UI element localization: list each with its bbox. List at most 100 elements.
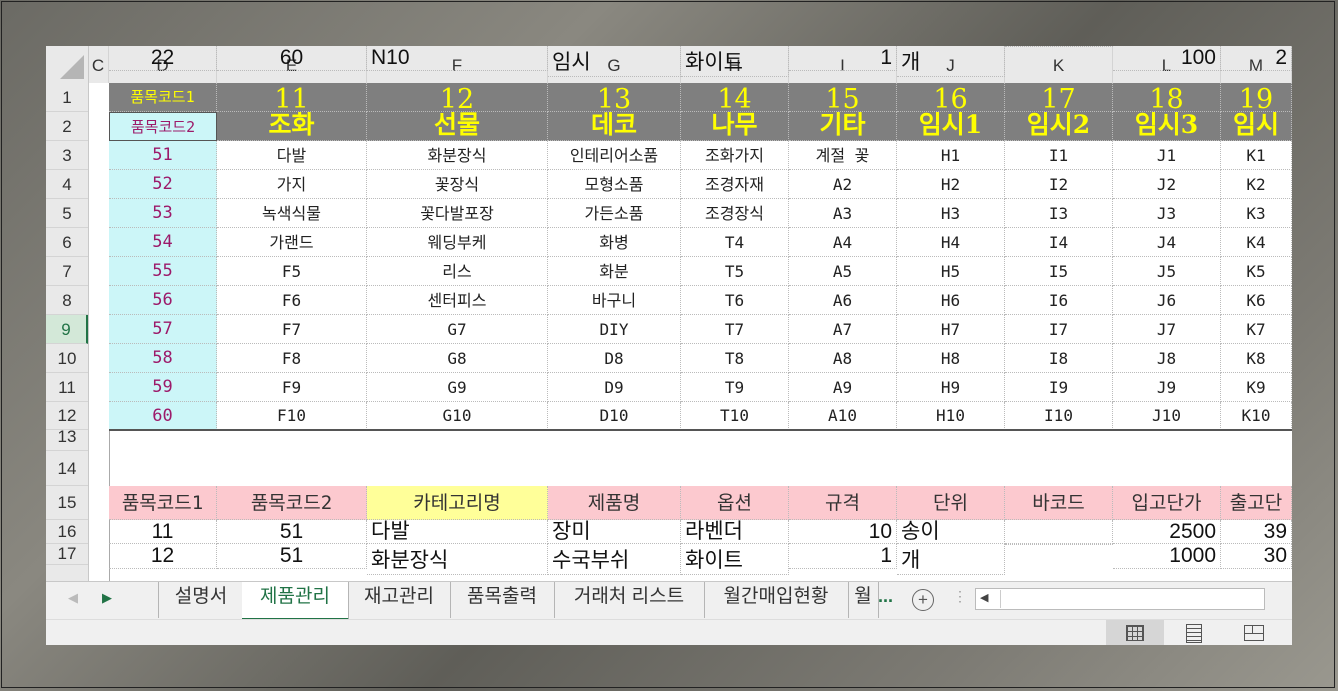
sheet-tab[interactable]: 재고관리 bbox=[348, 582, 451, 618]
table-cell[interactable]: 10 bbox=[789, 520, 897, 544]
cell-category-item[interactable]: K6 bbox=[1221, 286, 1292, 315]
cell-category-item[interactable]: J6 bbox=[1113, 286, 1221, 315]
cell-category-item[interactable]: K2 bbox=[1221, 170, 1292, 199]
cell-item-code2[interactable]: 59 bbox=[109, 373, 217, 402]
page-break-view-button[interactable] bbox=[1226, 620, 1284, 645]
column-header-c[interactable]: C bbox=[88, 46, 109, 83]
cell-category-item[interactable]: 조경장식 bbox=[681, 199, 789, 228]
cell-category-item[interactable]: I1 bbox=[1005, 141, 1113, 170]
sheet-tab[interactable]: 월간매입현황 bbox=[704, 582, 849, 618]
cell-category-item[interactable]: 모형소품 bbox=[548, 170, 681, 199]
cell-category-item[interactable]: F5 bbox=[217, 257, 367, 286]
cell-category-item[interactable]: 화분장식 bbox=[367, 141, 548, 170]
cell-category-item[interactable]: F9 bbox=[217, 373, 367, 402]
row-header-2[interactable]: 2 bbox=[46, 112, 88, 141]
cell-category-item[interactable]: I7 bbox=[1005, 315, 1113, 344]
cell-category-name[interactable]: 데코 bbox=[548, 112, 681, 141]
cell-category-item[interactable]: K7 bbox=[1221, 315, 1292, 344]
cell-category-name[interactable]: 기타 bbox=[789, 112, 897, 141]
cell-category-item[interactable]: T7 bbox=[681, 315, 789, 344]
cell-category-item[interactable]: 리스 bbox=[367, 257, 548, 286]
cell-item-code1-value[interactable]: 12 bbox=[367, 83, 548, 112]
more-tabs-indicator[interactable]: ... bbox=[878, 586, 893, 607]
cell-category-item[interactable]: 꽃장식 bbox=[367, 170, 548, 199]
cell-category-item[interactable]: J4 bbox=[1113, 228, 1221, 257]
cell-category-item[interactable]: T5 bbox=[681, 257, 789, 286]
cell-category-item[interactable]: K9 bbox=[1221, 373, 1292, 402]
table-header[interactable]: 바코드 bbox=[1005, 486, 1113, 520]
add-sheet-icon[interactable]: + bbox=[912, 589, 934, 611]
cell-category-item[interactable]: A2 bbox=[789, 170, 897, 199]
table-cell[interactable]: 임시 bbox=[548, 46, 681, 77]
table-header[interactable]: 품목코드1 bbox=[109, 486, 217, 520]
scroll-tabs-right-icon[interactable]: ▶ bbox=[102, 590, 112, 606]
sheet-tab[interactable]: 월 bbox=[848, 582, 879, 618]
table-header[interactable]: 출고단 bbox=[1221, 486, 1292, 520]
row-header-17[interactable]: 17 bbox=[46, 544, 88, 565]
cell-category-item[interactable]: G7 bbox=[367, 315, 548, 344]
sheet-tab[interactable]: 제품관리 bbox=[242, 582, 349, 621]
table-cell[interactable]: 11 bbox=[109, 520, 217, 544]
row-header-14[interactable]: 14 bbox=[46, 451, 88, 486]
cell-category-item[interactable]: J1 bbox=[1113, 141, 1221, 170]
cell-item-code1-value[interactable]: 18 bbox=[1113, 83, 1221, 112]
table-header[interactable]: 카테고리명 bbox=[367, 486, 548, 520]
cell-category-name[interactable]: 선물 bbox=[367, 112, 548, 141]
cell-item-code1-value[interactable]: 11 bbox=[217, 83, 367, 112]
row-header-15[interactable]: 15 bbox=[46, 486, 88, 520]
cell-category-item[interactable]: H9 bbox=[897, 373, 1005, 402]
cell-category-item[interactable]: A10 bbox=[789, 402, 897, 430]
table-header[interactable]: 규격 bbox=[789, 486, 897, 520]
cell-category-item[interactable]: I3 bbox=[1005, 199, 1113, 228]
sheet-tab[interactable]: 설명서 bbox=[158, 582, 244, 618]
cell-category-item[interactable]: T9 bbox=[681, 373, 789, 402]
cell-category-item[interactable]: F6 bbox=[217, 286, 367, 315]
row-header-6[interactable]: 6 bbox=[46, 228, 88, 257]
cell-category-item[interactable]: H3 bbox=[897, 199, 1005, 228]
cell-category-item[interactable]: 조화가지 bbox=[681, 141, 789, 170]
cell-category-name[interactable]: 나무 bbox=[681, 112, 789, 141]
row-header-7[interactable]: 7 bbox=[46, 257, 88, 286]
splitter-handle-icon[interactable]: ⋮ bbox=[953, 588, 967, 605]
page-layout-view-button[interactable] bbox=[1166, 620, 1224, 645]
cell-category-item[interactable]: T4 bbox=[681, 228, 789, 257]
table-cell[interactable]: 2 bbox=[1221, 46, 1292, 71]
table-cell[interactable]: 화분장식 bbox=[367, 544, 548, 575]
cell-category-item[interactable]: H1 bbox=[897, 141, 1005, 170]
cell-category-item[interactable]: H6 bbox=[897, 286, 1005, 315]
row-header-12[interactable]: 12 bbox=[46, 402, 88, 430]
table-header[interactable]: 제품명 bbox=[548, 486, 681, 520]
table-cell[interactable]: 개 bbox=[897, 46, 1005, 77]
horizontal-scrollbar[interactable]: ◀ bbox=[975, 588, 1265, 610]
table-header[interactable]: 옵션 bbox=[681, 486, 789, 520]
cell-category-item[interactable]: 웨딩부케 bbox=[367, 228, 548, 257]
cell-category-item[interactable]: A9 bbox=[789, 373, 897, 402]
cell-category-item[interactable]: I9 bbox=[1005, 373, 1113, 402]
table-cell[interactable]: 30 bbox=[1221, 544, 1292, 569]
cell-category-item[interactable]: J8 bbox=[1113, 344, 1221, 373]
cell-category-item[interactable]: H5 bbox=[897, 257, 1005, 286]
cell-category-item[interactable]: H10 bbox=[897, 402, 1005, 430]
cell-category-item[interactable]: G9 bbox=[367, 373, 548, 402]
row-header-9[interactable]: 9 bbox=[46, 315, 88, 344]
cell-category-item[interactable]: 바구니 bbox=[548, 286, 681, 315]
cell-category-item[interactable]: J3 bbox=[1113, 199, 1221, 228]
scroll-tabs-left-icon[interactable]: ◀ bbox=[68, 590, 78, 606]
cell-item-code1-value[interactable]: 17 bbox=[1005, 83, 1113, 112]
cell-category-name[interactable]: 임시1 bbox=[897, 112, 1005, 141]
cell-item-code2[interactable]: 57 bbox=[109, 315, 217, 344]
cell-category-item[interactable]: A3 bbox=[789, 199, 897, 228]
cell-category-item[interactable]: J5 bbox=[1113, 257, 1221, 286]
table-header[interactable]: 품목코드2 bbox=[217, 486, 367, 520]
table-cell[interactable]: 51 bbox=[217, 544, 367, 569]
cell-category-item[interactable]: F7 bbox=[217, 315, 367, 344]
cell-item-code1-label[interactable]: 품목코드1 bbox=[109, 83, 217, 112]
cell-item-code1-value[interactable]: 15 bbox=[789, 83, 897, 112]
cell-item-code1-value[interactable]: 16 bbox=[897, 83, 1005, 112]
table-cell[interactable] bbox=[1005, 46, 1113, 47]
cell-category-name[interactable]: 임시 bbox=[1221, 112, 1292, 141]
cell-category-item[interactable]: 화병 bbox=[548, 228, 681, 257]
row-header-4[interactable]: 4 bbox=[46, 170, 88, 199]
table-cell[interactable]: 2500 bbox=[1113, 520, 1221, 544]
row-header-11[interactable]: 11 bbox=[46, 373, 88, 402]
